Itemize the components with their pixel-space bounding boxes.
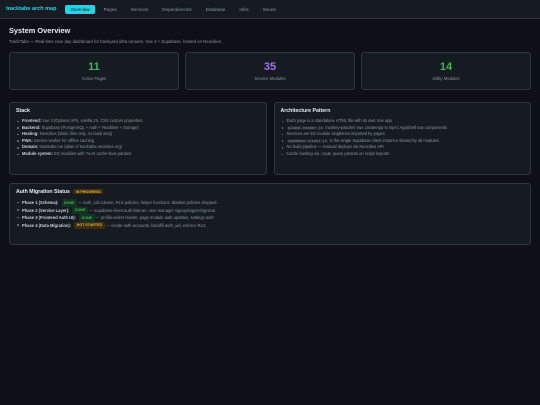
item-key: Module system: [22,150,53,156]
status-badge: DONE [61,199,77,207]
stat-value: 14 [439,61,453,73]
list-item: Each page is a standalone HTML file with… [281,118,525,125]
list-item: Phase 1 (Schema): DONE — auth_uid column… [16,199,524,207]
item-text: Services are ES module singletons import… [286,131,385,137]
architecture-list: Each page is a standalone HTML file with… [281,118,525,158]
item-key: Hosting: [22,131,39,137]
list-item: Domain: tracktabs.run (alias of tracktab… [16,144,260,151]
item-text: tracktabs.run (alias of tracktabs.neocit… [38,144,123,150]
page-subtitle: TrackTabs — Real-time race day dashboard… [9,39,223,44]
list-item: Hosting: Neocities (static files only, n… [16,131,260,138]
panel-title: Auth Migration Status IN PROGRESS [16,189,524,195]
list-item: Cache busting via ?v=N query params on s… [281,151,525,158]
item-text: Neocities (static files only, no build s… [38,131,113,137]
phase-text: — create auth accounts, backfill auth_ui… [104,222,206,228]
list-item: global-header.js monkey-patches Vue.crea… [281,125,525,132]
item-text: is the single Supabase client instance s… [328,137,439,143]
item-key: PWA: [22,137,33,143]
item-text: Each page is a standalone HTML file with… [286,118,392,123]
info-panels-row: Stack Frontend: Vue 3 (Options API), van… [9,102,531,175]
item-key: Backend: [22,124,41,130]
item-key: Frontend: [22,118,42,123]
auth-migration-panel: Auth Migration Status IN PROGRESS Phase … [9,183,531,245]
status-badge: IN PROGRESS [73,189,104,195]
main-content: System Overview TrackTabs — Real-time ra… [0,19,540,251]
stat-value: 35 [263,61,277,73]
stat-card-utility-modules: 14 Utility Modules [361,52,531,90]
list-item: No build pipeline — manual deploys via N… [281,144,525,151]
nav-tab-services[interactable]: Services [126,5,154,14]
list-item: Phase 3 (Frontend Auth UI): DONE — profi… [16,214,524,222]
stat-label: Active Pages [81,76,107,81]
code-snippet: global-header.js [286,125,325,130]
item-text: ES modules with ?v=N cache-bust params [52,150,132,156]
list-item: Frontend: Vue 3 (Options API), vanilla J… [16,118,260,125]
nav-tab-database[interactable]: Database [201,5,231,14]
nav-tab-issues[interactable]: Issues [258,5,281,14]
item-text: Service worker for offline caching [32,137,95,143]
panel-title-text: Auth Migration Status [16,189,70,195]
code-snippet: supabase-client.js [286,138,329,143]
nav-tab-overview[interactable]: Overview [65,4,95,14]
nav-tab-infra[interactable]: Infra [234,5,253,14]
phase-list: Phase 1 (Schema): DONE — auth_uid column… [16,199,524,230]
item-text: monkey-patches Vue.createApp to inject A… [324,124,448,130]
phase-key: Phase 1 (Schema): [22,199,59,205]
status-badge: DONE [72,206,88,215]
stat-label: Utility Modules [432,76,460,81]
stack-panel: Stack Frontend: Vue 3 (Options API), van… [9,102,267,175]
phase-key: Phase 2 (Service Layer): [22,207,70,213]
item-text: Cache busting via [286,150,321,156]
list-item: Backend: Supabase (PostgreSQL + Auth + R… [16,125,260,132]
code-snippet: ?v=N [320,151,332,156]
nav-tab-pages[interactable]: Pages [99,5,122,14]
item-key: Domain: [22,144,39,150]
phase-text: — auth_uid column, RLS policies, helper … [76,199,218,205]
page-title: System Overview [9,26,71,35]
stat-card-service-modules: 35 Service Modules [185,52,355,90]
stat-value: 11 [88,61,100,73]
stack-list: Frontend: Vue 3 (Options API), vanilla J… [16,118,260,158]
phase-text: — supabase-client auth listener, user-ma… [87,207,216,213]
phase-key: Phase 3 (Frontend Auth UI): [22,215,76,221]
list-item: Phase 4 (Data Migration): NOT STARTED — … [16,221,524,230]
brand-title[interactable]: tracktabs arch map [6,6,56,12]
list-item: Services are ES module singletons import… [281,131,525,138]
list-item: Module system: ES modules with ?v=N cach… [16,151,260,158]
item-text: Supabase (PostgreSQL + Auth + Realtime +… [40,124,139,130]
list-item: PWA: Service worker for offline caching [16,138,260,145]
panel-title: Architecture Pattern [280,108,331,114]
status-badge: DONE [79,214,95,222]
stat-card-active-pages: 11 Active Pages [9,52,179,90]
nav-tab-dependencies[interactable]: Dependencies [157,5,196,14]
list-item: Phase 2 (Service Layer): DONE — supabase… [16,206,524,215]
phase-text: — profile-select rewrite, page module au… [94,215,214,221]
item-text: Vue 3 (Options API), vanilla JS, CSS cus… [41,118,143,123]
status-badge: NOT STARTED [74,221,105,230]
stats-row: 11 Active Pages 35 Service Modules 14 Ut… [9,52,531,90]
architecture-panel: Architecture Pattern Each page is a stan… [273,102,531,175]
stat-label: Service Modules [254,76,286,81]
panel-title: Stack [16,108,30,114]
item-text: No build pipeline — manual deploys via N… [286,144,384,150]
list-item: supabase-client.js is the single Supabas… [281,138,525,145]
top-nav-bar: tracktabs arch map Overview Pages Servic… [0,0,540,19]
item-text: query params on script imports [331,150,390,156]
phase-key: Phase 4 (Data Migration): [22,222,72,228]
